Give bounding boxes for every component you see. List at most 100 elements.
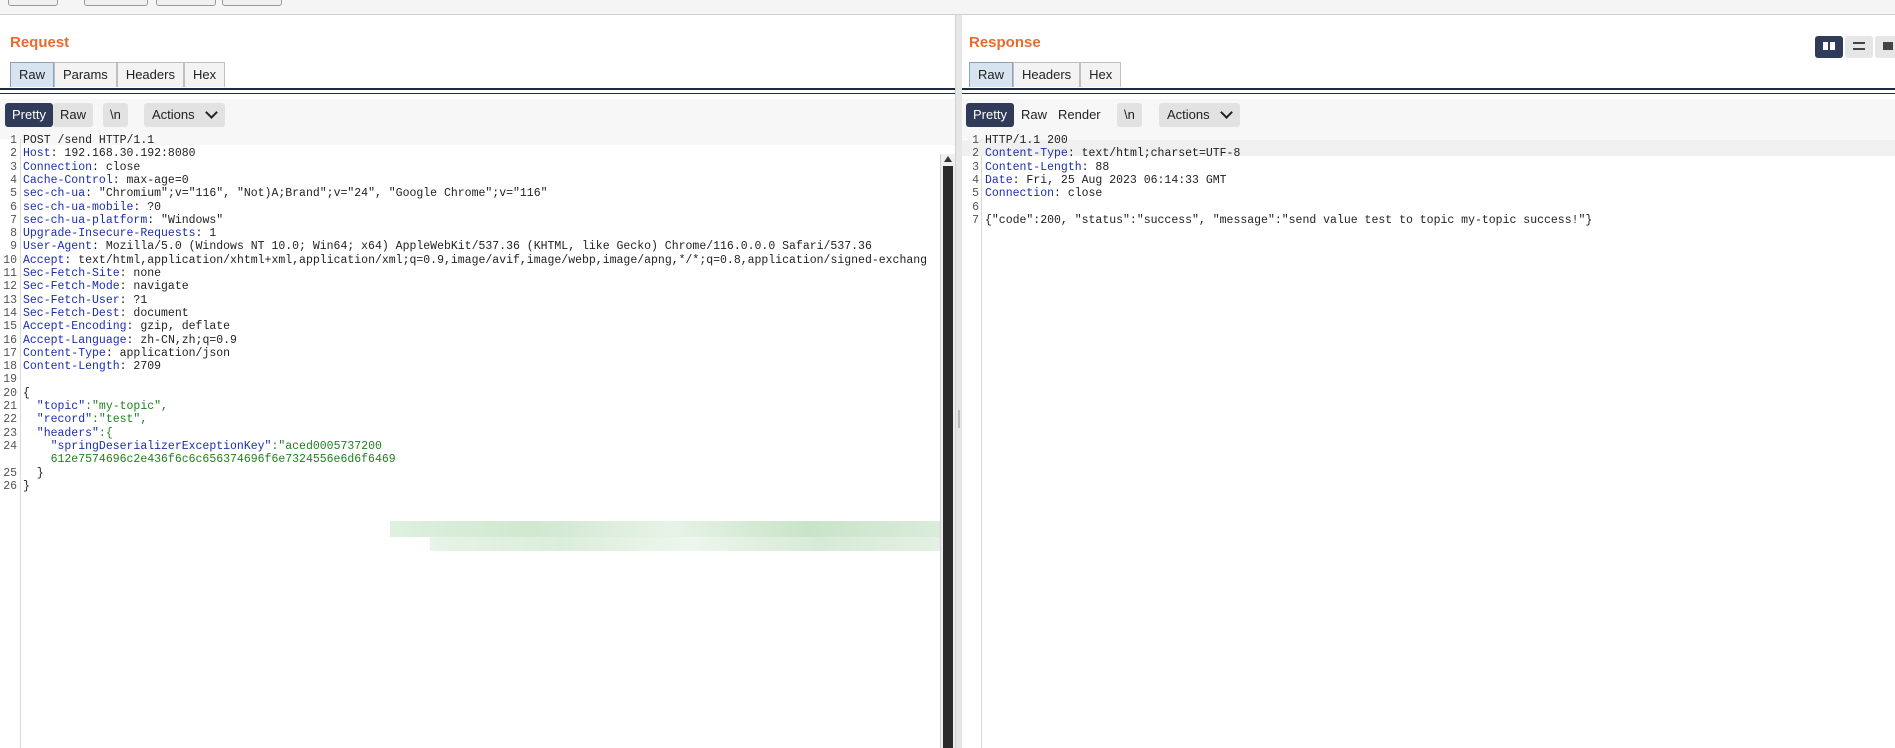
request-title: Request: [10, 34, 70, 51]
value-text: {: [23, 386, 30, 400]
tab-raw[interactable]: Raw: [10, 62, 55, 87]
value-text: : 2709: [119, 360, 162, 374]
response-tabs: Raw Headers Hex: [969, 62, 1122, 88]
tab-headers[interactable]: Headers: [116, 62, 184, 87]
value-text: : Fri, 25 Aug 2023 06:14:33 GMT: [1012, 173, 1227, 187]
split-layout-button[interactable]: [1815, 36, 1843, 58]
line-content: 612e7574696c2e436f6c6c656374696f6e732455…: [23, 452, 396, 468]
value-text: : document: [119, 306, 189, 320]
value-text: POST /send HTTP/1.1: [23, 134, 155, 147]
horizontal-layout-button[interactable]: [1845, 36, 1873, 58]
raw-button[interactable]: Raw: [53, 103, 94, 127]
response-panel: Response Raw Headers Hex Pretty Raw Rend…: [962, 15, 1895, 748]
chevron-down-icon: [204, 106, 218, 119]
pretty-button[interactable]: Pretty: [966, 103, 1014, 127]
newline-toggle-button[interactable]: \n: [103, 103, 128, 127]
value-text: : text/html;charset=UTF-8: [1067, 147, 1241, 161]
top-button[interactable]: [222, 0, 282, 6]
key-text: Content-Length: [23, 360, 120, 374]
request-panel: Request Raw Params Headers Hex Pretty Ra…: [0, 15, 955, 748]
actions-label: Actions: [152, 107, 195, 122]
value-text: }: [23, 466, 44, 480]
request-scrollbar[interactable]: [940, 154, 955, 748]
tab-underline: [0, 88, 955, 94]
value-text: }: [23, 479, 30, 493]
tab-hex[interactable]: Hex: [1080, 62, 1122, 87]
single-layout-button[interactable]: [1875, 36, 1895, 58]
pretty-button[interactable]: Pretty: [5, 103, 53, 127]
value-text: : text/html,application/xhtml+xml,applic…: [64, 253, 928, 267]
chevron-down-icon: [1219, 106, 1233, 119]
top-button[interactable]: [84, 0, 148, 6]
key-text: Sec-Fetch-Dest: [23, 306, 120, 320]
render-button[interactable]: Render: [1051, 103, 1108, 127]
actions-label: Actions: [1167, 107, 1210, 122]
value-text: :"test",: [92, 413, 148, 427]
key-text: sec-ch-ua-mobile: [23, 200, 134, 214]
value-text: : "Windows": [147, 213, 224, 227]
key-text: Cache-Control: [23, 173, 113, 187]
splitter-grip-icon: [958, 410, 960, 428]
key-text: "springDeserializerExceptionKey": [23, 439, 272, 453]
key-text: sec-ch-ua: [23, 187, 86, 201]
key-text: Sec-Fetch-User: [23, 293, 120, 307]
value-text: :"my-topic",: [85, 400, 168, 413]
key-text: Date: [985, 173, 1013, 187]
key-text: Accept: [23, 253, 65, 267]
line-content: }: [23, 479, 30, 495]
value-text: : close: [1054, 187, 1103, 201]
value-text: : ?1: [119, 293, 148, 307]
value-text: : 1: [195, 227, 217, 241]
key-text: Sec-Fetch-Mode: [23, 280, 120, 294]
actions-dropdown[interactable]: Actions: [144, 103, 225, 127]
value-text: :{: [98, 426, 113, 440]
top-toolbar: [0, 0, 1895, 15]
newline-toggle-button[interactable]: \n: [1117, 103, 1142, 127]
key-text: Upgrade-Insecure-Requests: [23, 227, 196, 241]
key-text: Sec-Fetch-Site: [23, 267, 120, 280]
raw-button[interactable]: Raw: [1014, 103, 1054, 127]
value-text: : application/json: [105, 346, 231, 360]
scrollbar-thumb[interactable]: [943, 166, 953, 748]
tab-raw[interactable]: Raw: [969, 62, 1014, 87]
response-title: Response: [969, 34, 1041, 51]
tab-underline: [962, 88, 1895, 94]
top-button[interactable]: [8, 0, 58, 6]
value-text: :"aced0005737200: [271, 439, 382, 453]
value-text: : max-age=0: [112, 173, 189, 187]
key-text: "topic": [23, 400, 86, 413]
value-text: : 192.168.30.192:8080: [50, 147, 196, 161]
scroll-up-arrow-icon[interactable]: [944, 156, 952, 162]
value-text: : none: [119, 267, 162, 280]
value-text: HTTP/1.1 200: [985, 134, 1068, 147]
request-tabs: Raw Params Headers Hex: [10, 62, 226, 88]
tab-hex[interactable]: Hex: [183, 62, 226, 87]
value-text: {"code":200, "status":"success", "messag…: [985, 213, 1593, 227]
key-text: sec-ch-ua-platform: [23, 213, 148, 227]
key-text: Connection: [985, 187, 1055, 201]
value-text: : gzip, deflate: [126, 320, 231, 334]
value-text: : ?0: [133, 200, 162, 214]
key-text: Connection: [23, 160, 93, 174]
value-text: : zh-CN,zh;q=0.9: [126, 333, 237, 347]
line-number: 26: [3, 479, 17, 493]
key-text: Accept-Language: [23, 333, 127, 347]
response-editor[interactable]: 1 HTTP/1.1 200 2 Content-Type: text/html;ch…: [962, 134, 1895, 748]
line-number-gutter: [962, 139, 982, 748]
request-editor[interactable]: 1 POST /send HTTP/1.1 2 Host: 192.168.30.19…: [0, 134, 955, 748]
value-text: : 88: [1081, 160, 1110, 174]
line-number: 7: [972, 213, 979, 227]
key-text: "record": [23, 413, 93, 427]
line-content: Content-Length: 2709: [23, 359, 161, 375]
actions-dropdown[interactable]: Actions: [1159, 103, 1240, 127]
tab-params[interactable]: Params: [54, 62, 117, 87]
top-button[interactable]: [156, 0, 216, 6]
key-text: Content-Type: [23, 346, 106, 360]
key-text: Accept-Encoding: [23, 320, 127, 334]
key-text: Content-Type: [985, 147, 1068, 161]
key-text: Host: [23, 147, 51, 161]
value-text: : close: [92, 160, 141, 174]
tab-headers[interactable]: Headers: [1013, 62, 1081, 87]
key-text: User-Agent: [23, 240, 93, 254]
redacted-area: [390, 521, 950, 537]
